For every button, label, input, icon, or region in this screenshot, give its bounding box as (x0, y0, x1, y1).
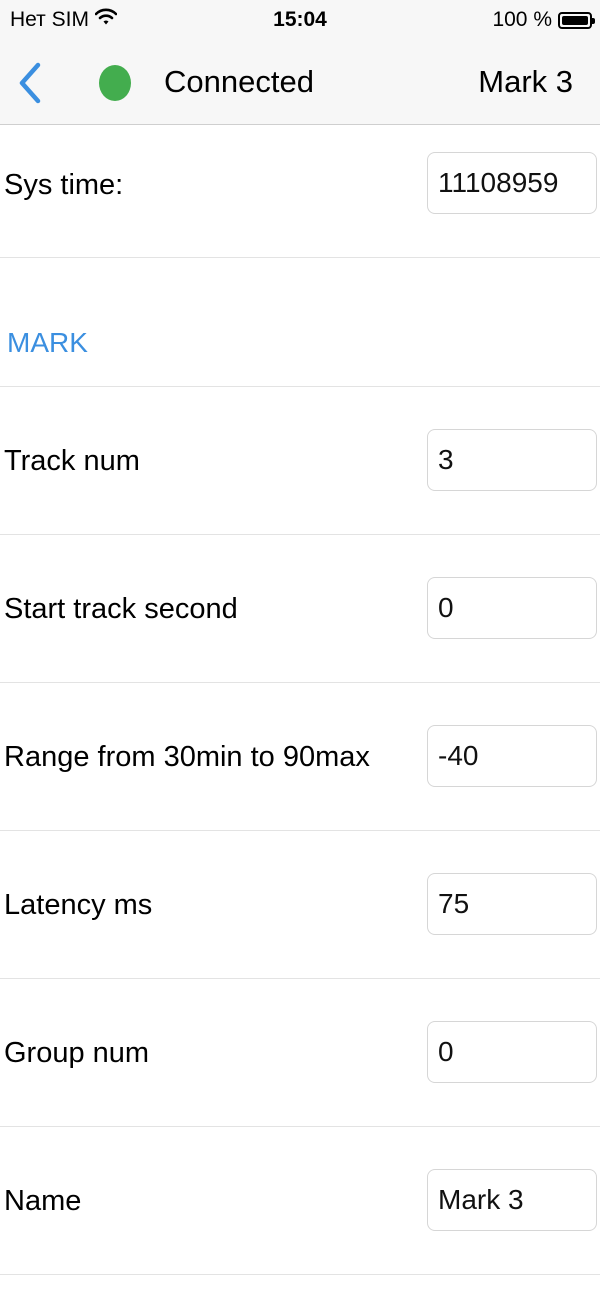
status-bar: Нет SIM 15:04 100 % (0, 0, 600, 42)
range-row: Range from 30min to 90max (0, 683, 600, 831)
page-title: Mark 3 (478, 64, 573, 99)
battery-info: 100 % (492, 8, 595, 32)
name-field[interactable] (427, 1169, 597, 1231)
connection-status-dot (99, 65, 131, 101)
chevron-left-icon (19, 62, 41, 104)
connection-status-label: Connected (164, 64, 314, 99)
back-button[interactable] (14, 60, 54, 106)
latency-label: Latency ms (4, 889, 153, 921)
track-num-field[interactable] (427, 429, 597, 491)
range-label: Range from 30min to 90max (4, 741, 370, 773)
name-label: Name (4, 1185, 82, 1217)
track-num-label: Track num (4, 445, 140, 477)
track-num-row: Track num (0, 387, 600, 535)
settings-list: Sys time: MARK Track num Start track sec… (0, 125, 600, 1275)
battery-icon (558, 11, 595, 29)
range-field[interactable] (427, 725, 597, 787)
navigation-bar: Connected Mark 3 (0, 42, 600, 125)
sys-time-field[interactable] (427, 152, 597, 214)
latency-row: Latency ms (0, 831, 600, 979)
name-row: Name (0, 1127, 600, 1275)
sys-time-label: Sys time: (4, 169, 124, 201)
start-track-second-row: Start track second (0, 535, 600, 683)
section-header-mark: MARK (0, 258, 600, 387)
battery-percent: 100 % (492, 8, 552, 31)
start-track-second-field[interactable] (427, 577, 597, 639)
latency-field[interactable] (427, 873, 597, 935)
group-num-field[interactable] (427, 1021, 597, 1083)
section-title: MARK (7, 327, 88, 358)
group-num-row: Group num (0, 979, 600, 1127)
start-track-second-label: Start track second (4, 593, 238, 625)
sys-time-row: Sys time: (0, 125, 600, 258)
group-num-label: Group num (4, 1037, 150, 1069)
